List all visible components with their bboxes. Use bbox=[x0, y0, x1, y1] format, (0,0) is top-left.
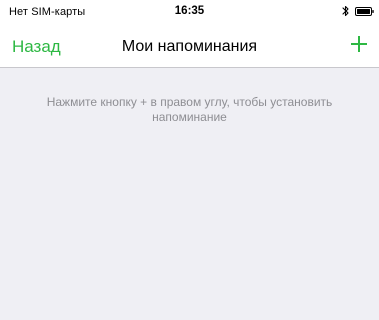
bluetooth-icon bbox=[342, 5, 349, 17]
plus-icon[interactable] bbox=[349, 34, 369, 54]
battery-icon bbox=[355, 7, 374, 16]
back-button[interactable]: Назад bbox=[12, 37, 61, 57]
navigation-bar: Назад Мои напоминания bbox=[0, 22, 379, 68]
status-time: 16:35 bbox=[174, 5, 205, 17]
reminders-list-empty: Нажмите кнопку + в правом углу, чтобы ус… bbox=[0, 68, 379, 320]
status-bar: Нет SIM-карты 16:35 bbox=[0, 0, 379, 22]
empty-state-hint: Нажмите кнопку + в правом углу, чтобы ус… bbox=[46, 95, 333, 124]
